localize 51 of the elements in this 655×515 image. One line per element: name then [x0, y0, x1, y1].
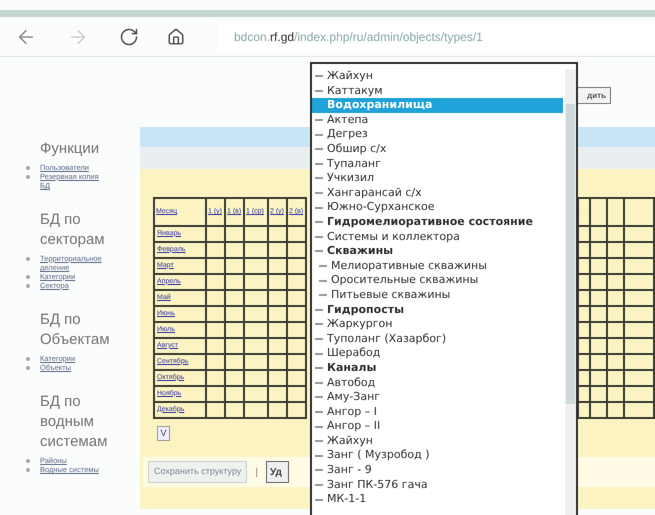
bullet-icon	[26, 175, 30, 179]
section-heading: Функции	[39, 139, 100, 159]
dropdown-option[interactable]: Гидромелиоративное состояние	[312, 214, 563, 230]
bullet-icon	[26, 468, 30, 472]
bullet-icon	[26, 284, 30, 288]
bullet-icon	[26, 275, 30, 279]
dropdown-option[interactable]: Актепа	[312, 112, 563, 128]
scrollbar[interactable]	[565, 69, 576, 515]
bullet-icon	[26, 257, 30, 261]
dropdown-option[interactable]: Жайхун	[312, 434, 563, 448]
dropdown-option[interactable]: Учкизил	[312, 171, 563, 186]
dropdown-option[interactable]: Оросительные скважины	[312, 273, 563, 288]
dropdown-option[interactable]: Системы и коллектора	[312, 230, 563, 244]
bullet-icon	[26, 366, 30, 370]
dropdown-option[interactable]: Автобод	[312, 375, 563, 390]
bullet-icon	[26, 357, 30, 361]
dropdown-option[interactable]: Туполанг (Хазарбог)	[312, 332, 563, 346]
dropdown-option[interactable]: Занг ПК-576 гача	[312, 478, 563, 492]
dropdown-option[interactable]: Гидропосты	[312, 302, 563, 318]
home-icon[interactable]	[167, 28, 185, 46]
dropdown-option[interactable]: Каттакум	[312, 84, 563, 98]
dropdown-option[interactable]: Обшир с/х	[312, 142, 563, 157]
dropdown-option[interactable]: Занг ( Музробод )	[312, 448, 563, 464]
dropdown-option[interactable]: Ангор – I	[312, 404, 563, 420]
dropdown-option[interactable]: Скважины	[312, 244, 563, 259]
section-heading: БД по секторам	[39, 210, 106, 250]
dropdown-option[interactable]: Тупаланг	[312, 156, 563, 172]
dropdown-option[interactable]: Хангарансай с/х	[312, 186, 563, 200]
dropdown-option[interactable]: МК-1-1	[312, 492, 563, 507]
delete-structure-button[interactable]: Уд	[266, 461, 289, 483]
dropdown-option[interactable]: Занг - 9	[312, 463, 563, 478]
section-heading: БД по водным системам	[39, 392, 108, 452]
bullet-icon	[26, 459, 30, 463]
dropdown-option[interactable]: Южно-Сурханское	[312, 200, 563, 215]
dropdown-option[interactable]: Каналы	[312, 360, 563, 376]
reload-icon[interactable]	[119, 26, 139, 46]
bullet-icon	[26, 166, 30, 170]
dropdown-list[interactable]	[310, 62, 578, 515]
dropdown-option[interactable]: Шерабод	[312, 346, 563, 361]
dropdown-option[interactable]: Жаркургон	[312, 317, 563, 332]
address-bar[interactable]: bdcon.rf.gd/index.php/ru/admin/objects/types/1	[218, 22, 655, 52]
section-heading: БД по Объектам	[39, 310, 111, 350]
dropdown-option[interactable]: Мелиоративные скважины	[312, 258, 563, 274]
dropdown-option[interactable]: Аму-Занг	[312, 390, 563, 405]
toggle-button[interactable]: V	[157, 426, 170, 441]
dropdown-option[interactable]: Дегрез	[312, 127, 563, 142]
separator: |	[255, 466, 258, 480]
dropdown-option[interactable]: Питьевые скважины	[312, 288, 563, 302]
dropdown-option[interactable]: Ангор – II	[312, 419, 563, 434]
dropdown-option[interactable]: Жайхун	[312, 69, 563, 84]
scrollbar-thumb[interactable]	[566, 104, 575, 404]
